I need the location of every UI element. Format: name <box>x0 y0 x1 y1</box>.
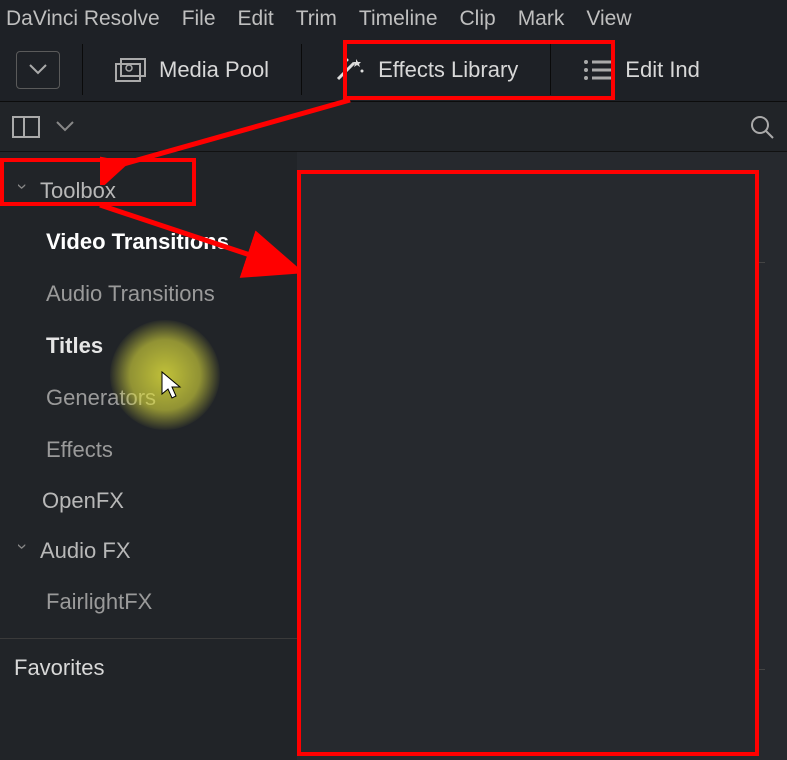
menu-trim[interactable]: Trim <box>296 7 337 31</box>
media-pool-label: Media Pool <box>159 57 269 83</box>
media-pool-button[interactable]: Media Pool <box>105 51 279 89</box>
transition-smooth-cut[interactable]: Smooth Cut <box>319 555 765 609</box>
transition-icon <box>335 357 365 375</box>
list-icon <box>583 59 613 81</box>
effects-item[interactable]: Effects <box>0 424 297 476</box>
top-menu-bar: DaVinci Resolve File Edit Trim Timeline … <box>0 0 787 38</box>
menu-file[interactable]: File <box>182 7 216 31</box>
audiofx-label: Audio FX <box>40 538 131 564</box>
chevron-down-icon: › <box>12 543 33 559</box>
transition-icon <box>335 465 365 483</box>
edit-index-label: Edit Ind <box>625 57 700 83</box>
dropdown-chip[interactable] <box>16 51 60 89</box>
toolbar: Media Pool Effects Library Edit Ind <box>0 38 787 102</box>
edit-index-button[interactable]: Edit Ind <box>573 51 710 89</box>
menu-edit[interactable]: Edit <box>238 7 274 31</box>
transition-additive-dissolve[interactable]: Additive Dissolve <box>319 285 765 339</box>
transition-non-additive-dissolve[interactable]: Non-Additive Dissolve <box>319 501 765 555</box>
transition-icon <box>335 519 365 537</box>
favorites-section[interactable]: Favorites <box>0 638 297 697</box>
iris-section-label: Iris <box>329 635 765 670</box>
transitions-panel: Video Transitions Dissolve Additive Diss… <box>297 152 787 760</box>
dissolve-section-label: Dissolve <box>329 228 765 263</box>
generators-item[interactable]: Generators <box>0 372 297 424</box>
menu-timeline[interactable]: Timeline <box>359 7 438 31</box>
menu-view[interactable]: View <box>586 7 631 31</box>
toolbox-label: Toolbox <box>40 178 116 204</box>
panel-title: Video Transitions <box>319 170 765 198</box>
transition-icon <box>335 411 365 429</box>
titles-item[interactable]: Titles <box>0 320 297 372</box>
openfx-label: OpenFX <box>42 488 124 514</box>
effects-library-label: Effects Library <box>378 57 518 83</box>
menu-mark[interactable]: Mark <box>518 7 565 31</box>
fairlightfx-item[interactable]: FairlightFX <box>0 576 297 628</box>
media-pool-icon <box>115 58 147 82</box>
menu-clip[interactable]: Clip <box>460 7 496 31</box>
effects-sidebar: › Toolbox Video Transitions Audio Transi… <box>0 152 297 760</box>
effects-library-button[interactable]: Effects Library <box>324 51 528 89</box>
toolbox-category[interactable]: › Toolbox <box>0 166 297 216</box>
transition-cross-dissolve[interactable]: Cross Dissolve <box>319 393 765 447</box>
openfx-category[interactable]: OpenFX <box>0 476 297 526</box>
transition-dip-to-color-dissolve[interactable]: Dip To Color Dissolve <box>319 447 765 501</box>
menu-davinci[interactable]: DaVinci Resolve <box>6 7 160 31</box>
audio-transitions-item[interactable]: Audio Transitions <box>0 268 297 320</box>
layout-icon[interactable] <box>12 116 40 138</box>
audiofx-category[interactable]: › Audio FX <box>0 526 297 576</box>
chevron-down-icon[interactable] <box>56 121 74 133</box>
transition-blur-dissolve[interactable]: Blur Dissolve <box>319 339 765 393</box>
transition-icon <box>335 573 365 591</box>
search-icon[interactable] <box>749 114 775 140</box>
magic-wand-icon <box>334 57 366 83</box>
chevron-down-icon: › <box>12 183 33 199</box>
video-transitions-item[interactable]: Video Transitions <box>0 216 297 268</box>
sub-toolbar <box>0 102 787 152</box>
transition-icon <box>335 303 365 321</box>
